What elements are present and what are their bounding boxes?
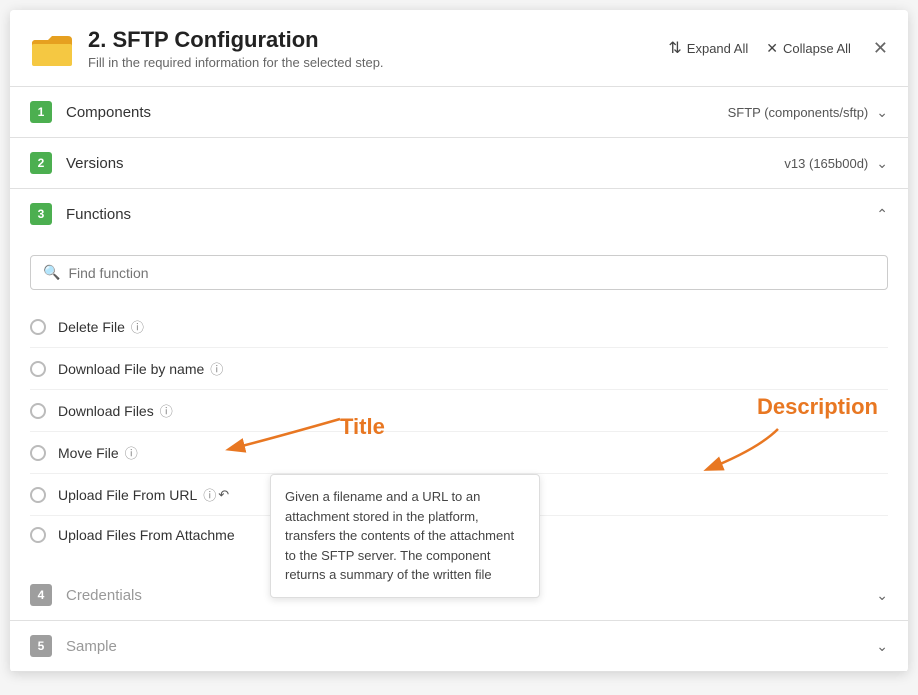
header-text: 2. SFTP Configuration Fill in the requir… bbox=[88, 27, 384, 70]
credentials-chevron-icon: ⌄ bbox=[876, 587, 888, 604]
functions-section-title: Functions bbox=[66, 206, 131, 223]
sftp-configuration-modal: 2. SFTP Configuration Fill in the requir… bbox=[10, 10, 908, 672]
expand-all-icon: ⇅ bbox=[668, 38, 681, 58]
versions-section-title: Versions bbox=[66, 155, 124, 172]
step-4-badge: 4 bbox=[30, 584, 52, 606]
cursor-indicator: ↶ bbox=[218, 487, 229, 503]
move-file-label: Move File bbox=[58, 445, 119, 461]
versions-section-value: v13 (165b00d) ⌄ bbox=[784, 155, 888, 172]
versions-chevron-icon: ⌄ bbox=[876, 155, 888, 172]
credentials-section-chevron: ⌄ bbox=[876, 587, 888, 604]
download-files-label: Download Files bbox=[58, 403, 154, 419]
folder-icon bbox=[30, 26, 74, 70]
versions-section: 2 Versions v13 (165b00d) ⌄ bbox=[10, 138, 908, 189]
download-files-radio[interactable] bbox=[30, 403, 46, 419]
upload-files-from-attachment-label: Upload Files From Attachme bbox=[58, 527, 235, 543]
functions-section-header[interactable]: 3 Functions ⌃ bbox=[10, 189, 908, 239]
modal-subtitle: Fill in the required information for the… bbox=[88, 55, 384, 70]
expand-all-button[interactable]: ⇅ Expand All bbox=[668, 38, 748, 58]
components-section-value: SFTP (components/sftp) ⌄ bbox=[728, 104, 888, 121]
credentials-section-title: Credentials bbox=[66, 587, 142, 604]
list-item: Move File ⓘ bbox=[30, 432, 888, 474]
close-button[interactable]: ✕ bbox=[873, 38, 888, 59]
step-5-badge: 5 bbox=[30, 635, 52, 657]
step-2-badge: 2 bbox=[30, 152, 52, 174]
upload-files-from-attachment-radio[interactable] bbox=[30, 527, 46, 543]
components-section-title: Components bbox=[66, 104, 151, 121]
move-file-radio[interactable] bbox=[30, 445, 46, 461]
delete-file-info-icon[interactable]: ⓘ bbox=[131, 317, 144, 336]
delete-file-radio[interactable] bbox=[30, 319, 46, 335]
components-chevron-icon: ⌄ bbox=[876, 104, 888, 121]
step-1-badge: 1 bbox=[30, 101, 52, 123]
delete-file-label: Delete File bbox=[58, 319, 125, 335]
upload-file-from-url-label: Upload File From URL bbox=[58, 487, 197, 503]
collapse-all-button[interactable]: ✕ Collapse All bbox=[766, 40, 851, 57]
sample-section-title: Sample bbox=[66, 638, 117, 655]
download-file-by-name-info-icon[interactable]: ⓘ bbox=[210, 359, 223, 378]
sample-chevron-icon: ⌄ bbox=[876, 638, 888, 655]
upload-file-from-url-info-icon[interactable]: ⓘ bbox=[203, 485, 216, 504]
function-tooltip: Given a filename and a URL to an attachm… bbox=[270, 474, 540, 598]
sample-section-header[interactable]: 5 Sample ⌄ bbox=[10, 621, 908, 671]
download-files-info-icon[interactable]: ⓘ bbox=[160, 401, 173, 420]
header-actions: ⇅ Expand All ✕ Collapse All ✕ bbox=[668, 38, 888, 59]
collapse-all-icon: ✕ bbox=[766, 40, 778, 57]
functions-chevron-icon: ⌃ bbox=[876, 206, 888, 223]
download-file-by-name-label: Download File by name bbox=[58, 361, 204, 377]
modal-title: 2. SFTP Configuration bbox=[88, 27, 384, 53]
download-file-by-name-radio[interactable] bbox=[30, 361, 46, 377]
list-item: Delete File ⓘ bbox=[30, 306, 888, 348]
list-item: Download File by name ⓘ bbox=[30, 348, 888, 390]
function-search-input[interactable] bbox=[68, 265, 875, 281]
components-section: 1 Components SFTP (components/sftp) ⌄ bbox=[10, 87, 908, 138]
function-list: Delete File ⓘ Download File by name ⓘ Do… bbox=[30, 306, 888, 554]
components-section-header[interactable]: 1 Components SFTP (components/sftp) ⌄ bbox=[10, 87, 908, 137]
sample-section: 5 Sample ⌄ bbox=[10, 621, 908, 672]
step-3-badge: 3 bbox=[30, 203, 52, 225]
tooltip-content: Given a filename and a URL to an attachm… bbox=[270, 474, 540, 598]
search-icon: 🔍 bbox=[43, 264, 60, 281]
move-file-info-icon[interactable]: ⓘ bbox=[125, 443, 138, 462]
functions-section-chevron: ⌃ bbox=[876, 206, 888, 223]
functions-section: 3 Functions ⌃ 🔍 Delete File ⓘ bbox=[10, 189, 908, 570]
modal-header: 2. SFTP Configuration Fill in the requir… bbox=[10, 10, 908, 87]
function-search-bar: 🔍 bbox=[30, 255, 888, 290]
upload-file-from-url-radio[interactable] bbox=[30, 487, 46, 503]
list-item: Download Files ⓘ bbox=[30, 390, 888, 432]
sample-section-chevron: ⌄ bbox=[876, 638, 888, 655]
functions-body: 🔍 Delete File ⓘ Download File by name ⓘ bbox=[10, 239, 908, 570]
list-item: Upload File From URL ⓘ ↶ Given a filenam… bbox=[30, 474, 888, 516]
versions-section-header[interactable]: 2 Versions v13 (165b00d) ⌄ bbox=[10, 138, 908, 188]
